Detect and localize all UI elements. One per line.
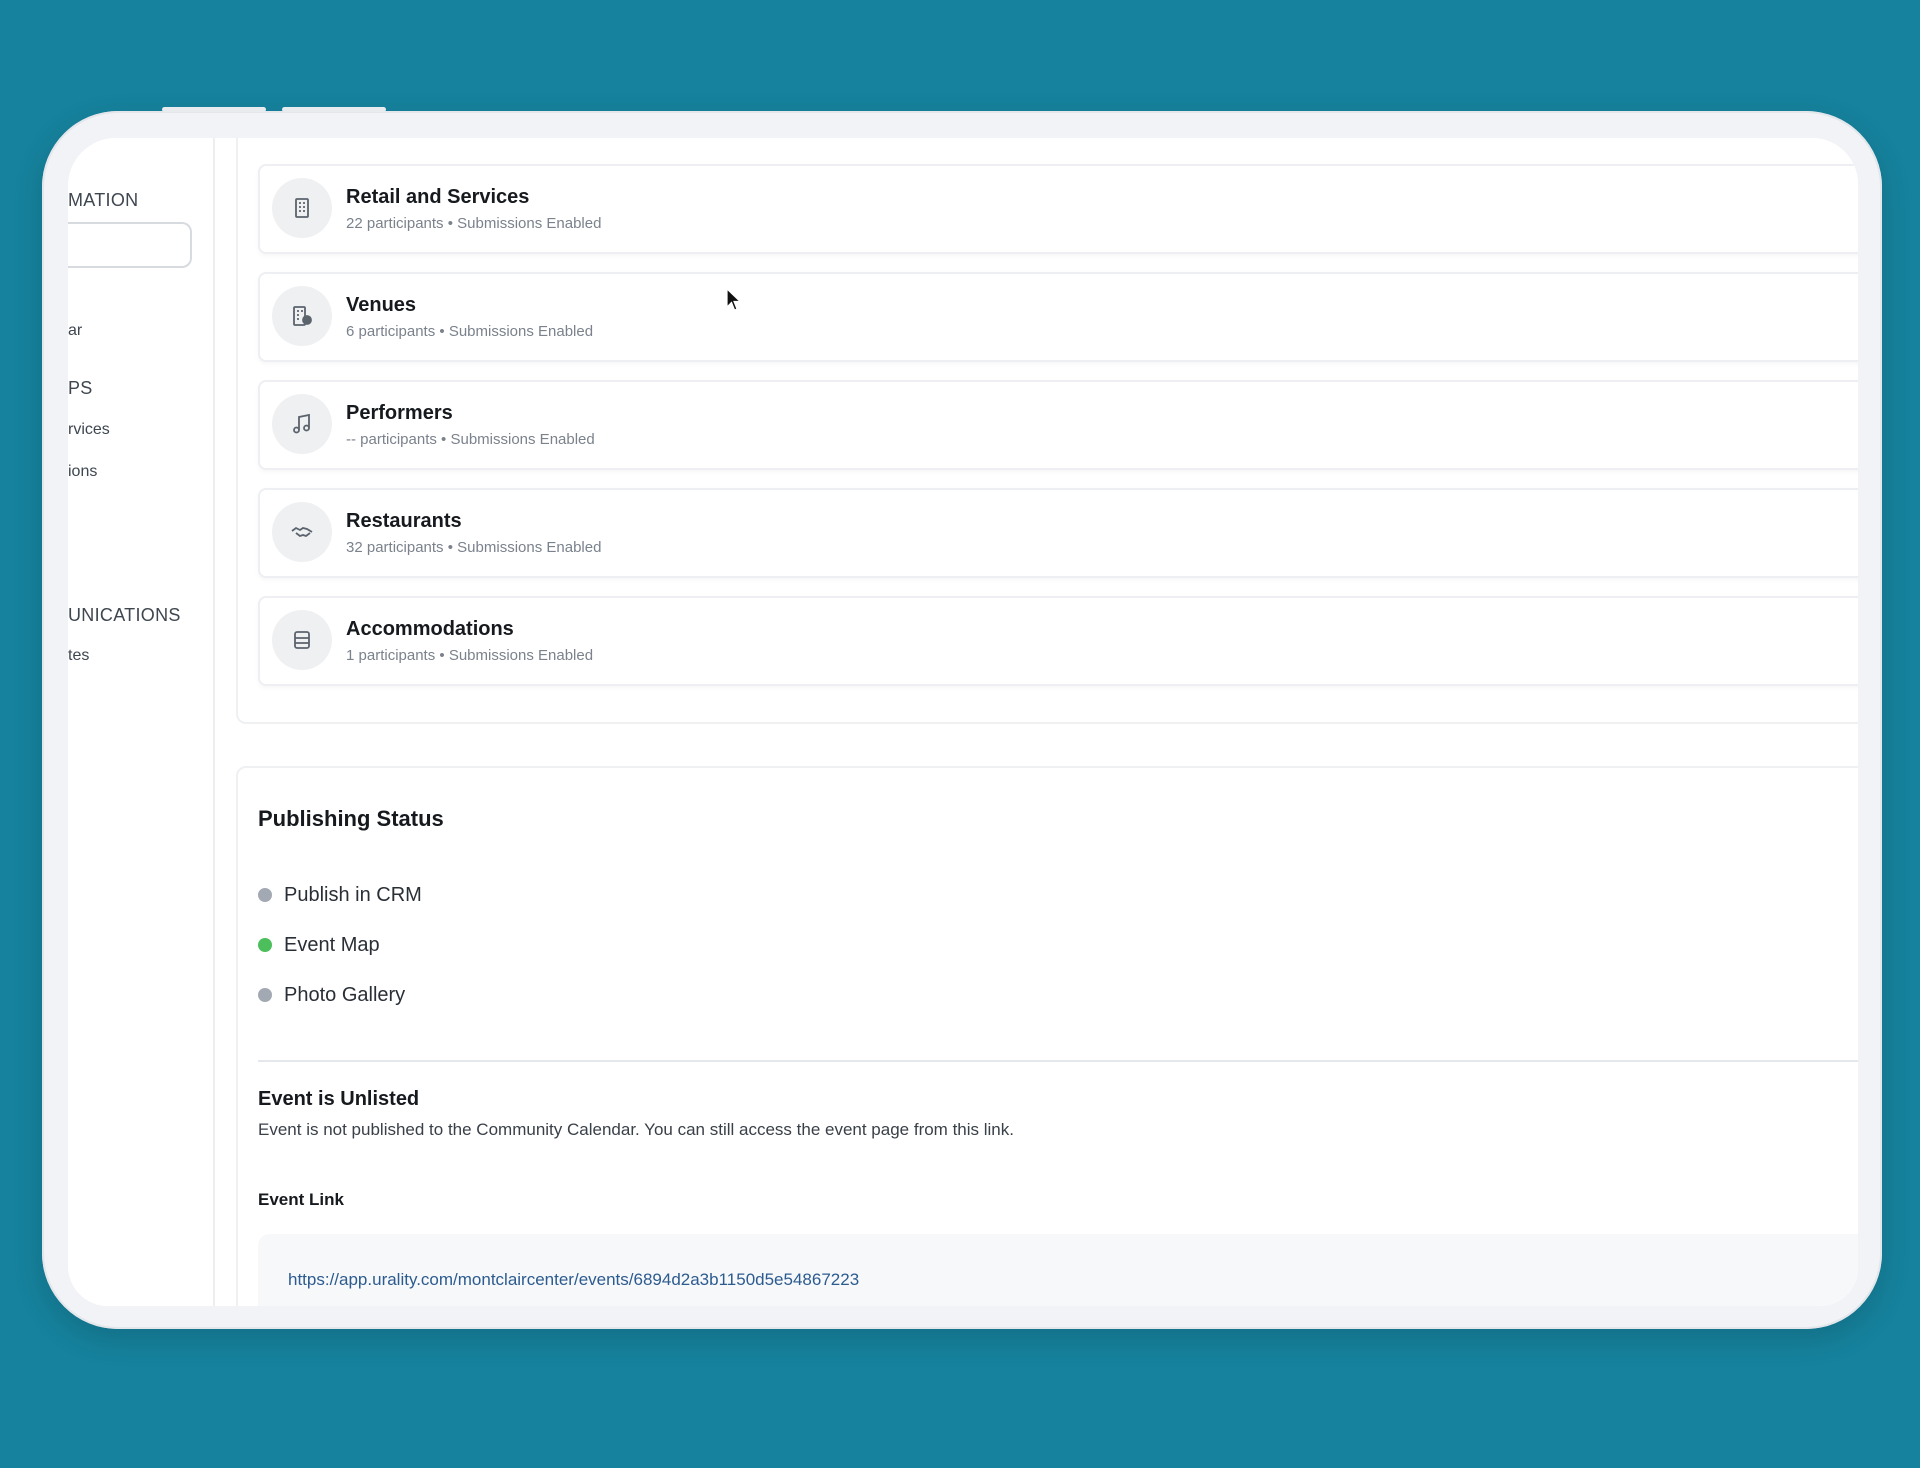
separator: • (441, 431, 447, 448)
publishing-status-panel: Publishing Status Publish in CRM Event M… (236, 766, 1858, 1306)
separator: • (439, 323, 445, 340)
status-dot (258, 888, 272, 902)
sidebar-section-title: MATION (68, 190, 139, 210)
publishing-status-title: Publishing Status (258, 806, 444, 831)
handshake-icon (272, 502, 332, 562)
participant-groups-panel: Retail and Services 22 participants • Su… (236, 138, 1858, 724)
submission-status: Submissions Enabled (448, 323, 594, 340)
sidebar: MATION ar PS rvices ions UNICATIONS tes (68, 138, 215, 1306)
submission-status: Submissions Enabled (457, 215, 602, 232)
event-link[interactable]: https://app.urality.com/montclaircenter/… (288, 1270, 859, 1290)
status-label: Publish in CRM (284, 883, 422, 906)
sidebar-search-input[interactable] (68, 222, 192, 268)
tablet-button (162, 107, 266, 112)
bed-icon (272, 610, 332, 670)
group-meta: 32 participants • Submissions Enabled (346, 539, 601, 556)
group-card-restaurants[interactable]: Restaurants 32 participants • Submission… (258, 488, 1858, 578)
group-meta: 22 participants • Submissions Enabled (346, 215, 601, 232)
unlisted-description: Event is not published to the Community … (258, 1120, 1014, 1139)
group-name: Retail and Services (346, 186, 530, 208)
group-meta: -- participants • Submissions Enabled (346, 431, 595, 448)
group-card-venues[interactable]: Venues 6 participants • Submissions Enab… (258, 272, 1858, 362)
mouse-cursor-icon (726, 288, 742, 311)
submission-status: Submissions Enabled (450, 431, 595, 448)
participant-count: 1 participants (346, 647, 436, 664)
group-name: Performers (346, 402, 453, 424)
sidebar-item-ions[interactable]: ions (68, 463, 97, 481)
status-dot (258, 988, 272, 1002)
music-note-icon (272, 394, 332, 454)
app-screen: MATION ar PS rvices ions UNICATIONS tes … (68, 138, 1858, 1306)
venue-icon (272, 286, 332, 346)
group-card-accommodations[interactable]: Accommodations 1 participants • Submissi… (258, 596, 1858, 686)
sidebar-section-title: UNICATIONS (68, 605, 181, 625)
divider (258, 1060, 1858, 1062)
event-link-box: https://app.urality.com/montclaircenter/… (258, 1234, 1858, 1306)
unlisted-title: Event is Unlisted (258, 1088, 420, 1110)
sidebar-item-templates[interactable]: tes (68, 647, 89, 665)
sidebar-section-title: PS (68, 378, 93, 398)
separator: • (447, 215, 453, 232)
group-name: Restaurants (346, 510, 462, 532)
group-name: Venues (346, 294, 417, 316)
group-meta: 1 participants • Submissions Enabled (346, 647, 593, 664)
submission-status: Submissions Enabled (448, 647, 594, 664)
participant-count: -- participants (346, 431, 437, 448)
group-name: Accommodations (346, 618, 514, 640)
main-content: Retail and Services 22 participants • Su… (236, 138, 1858, 1306)
participant-count: 22 participants (346, 215, 444, 232)
publish-crm-status: Publish in CRM (258, 880, 422, 910)
photo-gallery-status: Photo Gallery (258, 980, 405, 1010)
event-map-status: Event Map (258, 930, 380, 960)
building-icon (272, 178, 332, 238)
separator: • (447, 539, 453, 556)
separator: • (439, 647, 445, 664)
participant-count: 32 participants (346, 539, 444, 556)
tablet-button (282, 107, 386, 112)
status-dot (258, 938, 272, 952)
status-label: Photo Gallery (284, 983, 406, 1006)
participant-count: 6 participants (346, 323, 436, 340)
status-label: Event Map (284, 933, 380, 956)
group-card-performers[interactable]: Performers -- participants • Submissions… (258, 380, 1858, 470)
submission-status: Submissions Enabled (457, 539, 602, 556)
sidebar-item-services[interactable]: rvices (68, 421, 110, 439)
sidebar-item-calendar[interactable]: ar (68, 322, 82, 340)
group-meta: 6 participants • Submissions Enabled (346, 323, 593, 340)
event-link-label: Event Link (258, 1190, 344, 1209)
group-card-retail[interactable]: Retail and Services 22 participants • Su… (258, 164, 1858, 254)
